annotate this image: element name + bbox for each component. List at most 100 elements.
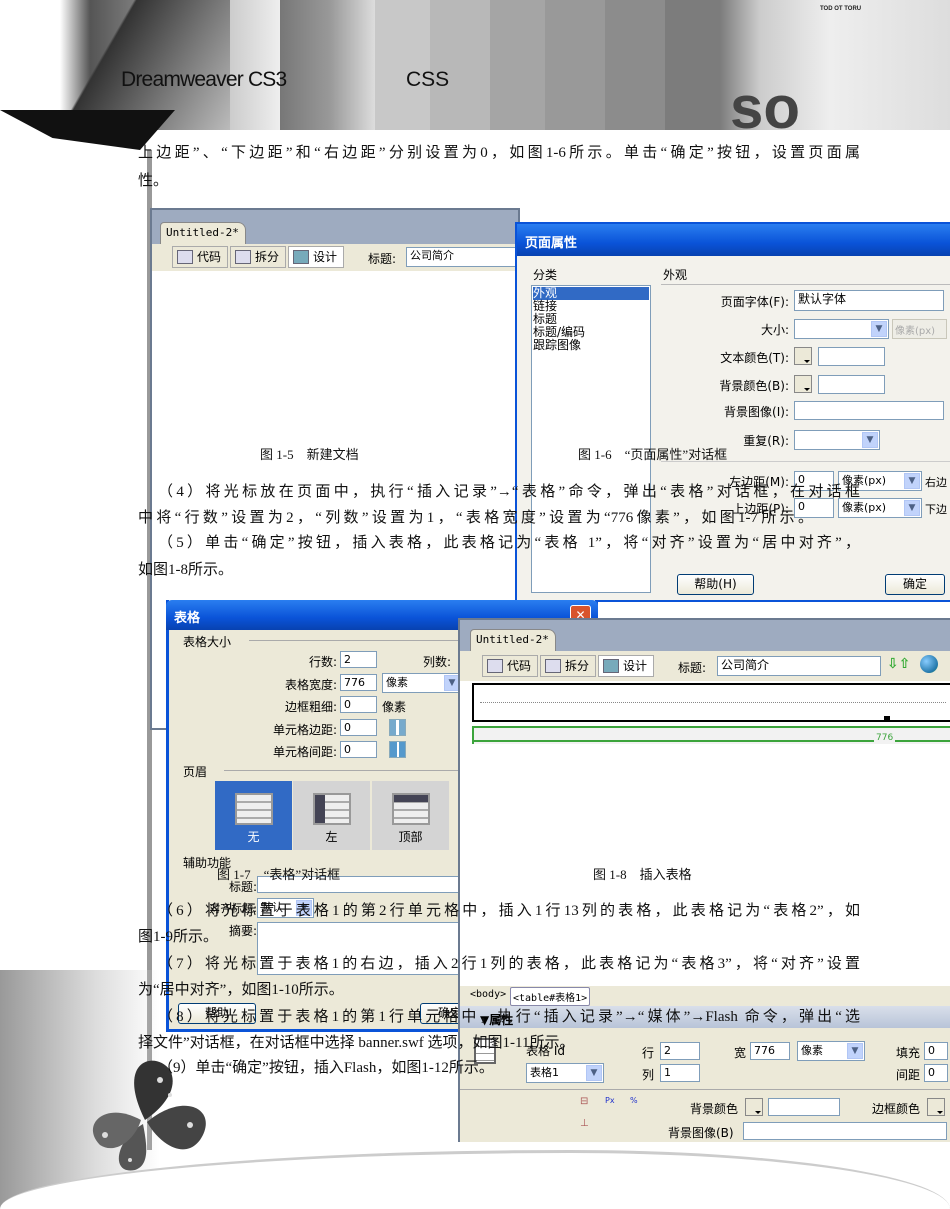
table-left-icon — [312, 793, 351, 825]
bg-color-label: 背景颜色(B): — [719, 379, 789, 393]
paragraph-8-line-1: （8）将光标置于表格1的第1行单元格中，执行“插入记录”→“媒体”→Flash … — [158, 1009, 860, 1025]
code-view-button[interactable]: 代码 — [172, 246, 229, 268]
border-color-label: 边框颜色 — [872, 1102, 921, 1116]
page-font-input[interactable]: 默认字体 — [794, 290, 944, 311]
rows-label: 行数: — [308, 655, 337, 669]
bg-color-label: 背景颜色 — [690, 1102, 739, 1116]
document-tab[interactable]: Untitled-2* — [470, 629, 556, 651]
chapter-title: CSS — [406, 68, 450, 91]
cell-dotted-guide — [480, 702, 946, 703]
header-section: 页眉 — [183, 765, 208, 779]
table-width-label: 表格宽度: — [284, 678, 337, 692]
paragraph-3-line-2: 性。 — [138, 173, 169, 189]
bg-color-input[interactable] — [818, 375, 885, 394]
border-unit: 像素 — [382, 700, 407, 714]
repeat-select[interactable]: ▼ — [794, 430, 880, 450]
size-label: 大小: — [760, 323, 789, 337]
file-transfer-icon[interactable]: ⇩⇧ — [887, 656, 910, 672]
chevron-down-icon: ▼ — [904, 473, 920, 489]
butterfly-wing-right — [147, 1105, 206, 1150]
chevron-down-icon: ▼ — [862, 432, 878, 448]
fill-input[interactable]: 0 — [924, 1042, 948, 1060]
ok-button[interactable]: 确定 — [885, 574, 945, 595]
cell-padding-icon — [389, 719, 406, 736]
rows-input[interactable]: 2 — [340, 651, 377, 668]
fill-label: 填充 — [896, 1046, 921, 1060]
table-1[interactable] — [472, 683, 950, 722]
design-view-button[interactable]: 设计 — [598, 655, 655, 677]
split-view-button[interactable]: 拆分 — [540, 655, 597, 677]
header-option-none[interactable]: 无 — [215, 781, 292, 850]
section-heading: 外观 — [663, 268, 688, 282]
cols-label: 列数: — [423, 655, 452, 669]
bg-image-label: 背景图像(I): — [724, 405, 789, 419]
convert-to-px-icon[interactable]: Px — [605, 1096, 615, 1105]
header-option-left[interactable]: 左 — [293, 781, 370, 850]
table-top-icon — [391, 793, 430, 825]
bg-color-input[interactable] — [768, 1098, 840, 1116]
text-color-label: 文本颜色(T): — [720, 351, 789, 365]
cell-spacing-input[interactable]: 0 — [340, 741, 377, 758]
border-label: 边框粗细: — [284, 700, 337, 714]
design-icon — [603, 659, 619, 673]
design-view-button[interactable]: 设计 — [288, 246, 345, 268]
cell-padding-input[interactable]: 0 — [340, 719, 377, 736]
banner-small-text: TOD OT TORU — [820, 6, 862, 12]
clear-heights-icon[interactable]: ⊟ — [580, 1096, 588, 1107]
dialog-title: 页面属性 — [525, 236, 578, 251]
bg-image-input[interactable] — [794, 401, 944, 420]
split-icon — [545, 659, 561, 673]
table-resize-handle[interactable] — [884, 716, 890, 722]
code-view-button[interactable]: 代码 — [482, 655, 539, 677]
chevron-down-icon: ▼ — [904, 500, 920, 516]
bg-color-swatch[interactable] — [794, 375, 812, 393]
paragraph-6-line-2: 图1-9所示。 — [138, 929, 218, 945]
document-toolbar: 代码 拆分 设计 标题: 公司简介 ⇩⇧ — [460, 651, 950, 681]
document-tab[interactable]: Untitled-2* — [160, 222, 246, 244]
cell-spacing-label: 单元格间距: — [272, 745, 337, 759]
table-size-section: 表格大小 — [183, 635, 232, 649]
paragraph-3-line-1: 上边距”、“下边距”和“右边距”分别设置为0，如图1-6所示。单击“确定”按钮，… — [138, 145, 860, 161]
table-width-input[interactable]: 776 — [340, 674, 377, 691]
paragraph-6-line-1: （6）将光标置于表格1的第2行单元格中，插入1行13列的表格，此表格记为“表格2… — [158, 903, 860, 919]
clear-widths-icon[interactable]: ⊥ — [580, 1118, 589, 1129]
dialog-title-bar: 页面属性 — [517, 224, 950, 256]
page-font-label: 页面字体(F): — [720, 295, 789, 309]
paragraph-7-line-2: 为“居中对齐”，如图1-10所示。 — [138, 982, 344, 998]
bottom-margin-label: 下边 — [925, 503, 947, 516]
document-toolbar: 代码 拆分 设计 标题: 公司简介 — [152, 244, 518, 271]
browser-preview-icon[interactable] — [920, 655, 938, 673]
section-divider — [661, 284, 950, 285]
text-color-input[interactable] — [818, 347, 885, 366]
border-color-swatch[interactable] — [927, 1098, 945, 1116]
text-color-swatch[interactable] — [794, 347, 812, 365]
caption-fig1-8: 图 1-8 插入表格 — [593, 867, 692, 882]
title-input[interactable]: 公司简介 — [717, 656, 881, 676]
caption-fig1-7: 图 1-7 “表格”对话框 — [217, 867, 341, 882]
right-margin-label: 右边 — [925, 476, 947, 489]
bg-image-input[interactable] — [743, 1122, 947, 1140]
spacing-label: 间距 — [896, 1068, 921, 1082]
border-input[interactable]: 0 — [340, 696, 377, 713]
dialog-title: 表格 — [174, 611, 201, 626]
title-input[interactable]: 公司简介 — [406, 247, 516, 267]
cell-spacing-icon — [389, 741, 406, 758]
convert-to-percent-icon[interactable]: % — [630, 1096, 638, 1105]
spacing-input[interactable]: 0 — [924, 1064, 948, 1082]
header-option-top[interactable]: 顶部 — [372, 781, 449, 850]
width-unit-select[interactable]: 像素 ▼ — [382, 673, 462, 693]
title-label: 标题: — [678, 661, 707, 675]
category-label: 分类 — [533, 268, 558, 282]
category-item-tracing-image[interactable]: 跟踪图像 — [533, 339, 649, 352]
size-select[interactable]: ▼ — [794, 319, 889, 339]
size-unit-select: 像素(px) — [892, 319, 947, 339]
bg-color-swatch[interactable] — [745, 1098, 763, 1116]
title-label: 标题: — [368, 252, 397, 266]
split-view-button[interactable]: 拆分 — [230, 246, 287, 268]
paragraph-7-line-1: （7）将光标置于表格1的右边，插入2行1列的表格，此表格记为“表格3”，将“对齐… — [158, 956, 860, 972]
caption-fig1-6: 图 1-6 “页面属性”对话框 — [578, 447, 728, 462]
width-guide: 776 — [472, 726, 950, 744]
paragraph-5-line-1: （5）单击“确定”按钮，插入表格，此表格记为“表格 1”，将“对齐”设置为“居中… — [158, 535, 860, 551]
cell-padding-label: 单元格边距: — [272, 723, 337, 737]
design-icon — [293, 250, 309, 264]
